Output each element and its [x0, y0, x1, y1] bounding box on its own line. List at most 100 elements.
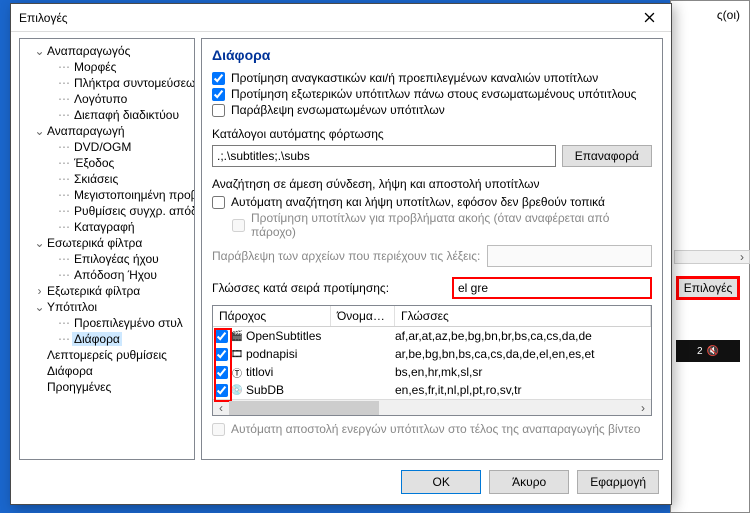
close-icon [644, 12, 655, 23]
close-button[interactable] [627, 4, 671, 32]
table-row[interactable]: 🎬OpenSubtitles af,ar,at,az,be,bg,bn,br,bs… [213, 327, 651, 345]
table-row[interactable]: Ⓣtitlovibs,en,hr,mk,sl,sr [213, 363, 651, 381]
category-tree[interactable]: ⌄Αναπαραγωγός⋯Μορφές⋯Πλήκτρα συντομεύσεω… [19, 38, 195, 460]
prefer-external-label: Προτίμηση εξωτερικών υπότιτλων πάνω στου… [231, 87, 636, 101]
tree-label: Διάφορα [72, 332, 122, 346]
expand-icon[interactable]: ⌄ [34, 236, 45, 250]
table-hscroll[interactable]: ‹ › [213, 399, 651, 415]
ignore-embedded-input[interactable] [212, 104, 225, 117]
autoload-paths-label: Κατάλογοι αυτόματης φόρτωσης [212, 127, 652, 141]
tree-label: Εσωτερικά φίλτρα [45, 236, 144, 250]
tree-node[interactable]: ⋯Έξοδος [22, 155, 192, 171]
expand-icon[interactable]: ⌄ [34, 124, 45, 138]
tree-node[interactable]: ⌄Εσωτερικά φίλτρα [22, 235, 192, 251]
prefer-forced-label: Προτίμηση αναγκαστικών και/ή προεπιλεγμέ… [231, 71, 598, 85]
tree-node[interactable]: ⌄Αναπαραγωγός [22, 43, 192, 59]
tree-label: Προεπιλεγμένο στυλ [72, 316, 185, 330]
auto-upload-label: Αυτόματη αποστολή ενεργών υπότιτλων στο … [231, 422, 640, 436]
cancel-button[interactable]: Άκυρο [489, 470, 569, 494]
th-provider[interactable]: Πάροχος [213, 306, 331, 326]
tree-label: Σκιάσεις [72, 172, 120, 186]
tree-node[interactable]: ⋯Απόδοση Ήχου [22, 267, 192, 283]
tree-label: Αναπαραγωγός [45, 44, 132, 58]
bg-options-button[interactable]: Επιλογές [676, 276, 740, 300]
prefer-external-input[interactable] [212, 88, 225, 101]
tree-node[interactable]: ⋯Προεπιλεγμένο στυλ [22, 315, 192, 331]
tree-leaf-icon: ⋯ [58, 220, 72, 234]
tree-leaf-icon: ⋯ [58, 76, 72, 90]
tree-node[interactable]: ⋯Επιλογέας ήχου [22, 251, 192, 267]
titlebar: Επιλογές [11, 4, 671, 32]
expand-icon[interactable]: ⌄ [34, 44, 45, 58]
tree-node[interactable]: ⋯Διάφορα [22, 331, 192, 347]
tree-node[interactable]: ⋯Λογότυπο [22, 91, 192, 107]
tree-leaf-icon: ⋯ [58, 252, 72, 266]
ignore-words-input [487, 245, 652, 267]
tree-node[interactable]: ⋯Σκιάσεις [22, 171, 192, 187]
tree-node[interactable]: Προηγμένες [22, 379, 192, 395]
tree-node[interactable]: ⋯DVD/OGM [22, 139, 192, 155]
auto-search-input[interactable] [212, 196, 225, 209]
scroll-right-icon[interactable]: › [735, 250, 749, 264]
provider-checkbox[interactable] [215, 348, 228, 361]
provider-checkbox[interactable] [215, 384, 228, 397]
tree-leaf-icon: ⋯ [58, 204, 72, 218]
table-row[interactable]: 🎞podnapisiar,be,bg,bn,bs,ca,cs,da,de,el,… [213, 345, 651, 363]
prefer-forced-input[interactable] [212, 72, 225, 85]
tree-label: Λογότυπο [72, 92, 129, 106]
tree-leaf-icon: ⋯ [58, 172, 72, 186]
provider-icon: 💿 [230, 383, 244, 397]
autoload-paths-input[interactable] [212, 145, 556, 167]
auto-search-checkbox[interactable]: Αυτόματη αναζήτηση και λήψη υποτίτλων, ε… [212, 195, 652, 209]
tree-label: Καταγραφή [72, 220, 137, 234]
tree-node[interactable]: Διάφορα [22, 363, 192, 379]
tree-node[interactable]: ⋯Διεπαφή διαδικτύου [22, 107, 192, 123]
tree-label: Μεγιστοποιημένη προβ [72, 188, 195, 202]
tree-leaf-icon: ⋯ [58, 108, 72, 122]
bg-volume-widget: 2 🔇 [676, 340, 740, 362]
expand-icon[interactable]: ⌄ [34, 300, 45, 314]
bg-scrollbar[interactable]: › [674, 250, 750, 264]
tree-node[interactable]: ⋯Καταγραφή [22, 219, 192, 235]
tree-node[interactable]: ⌄Υπότιτλοι [22, 299, 192, 315]
apply-button[interactable]: Εφαρμογή [577, 470, 659, 494]
scroll-track[interactable] [229, 401, 635, 415]
th-user[interactable]: Όνομα χρ... [331, 306, 395, 326]
tree-leaf-icon: ⋯ [58, 188, 72, 202]
bg-volume-value: 2 [697, 346, 703, 357]
prefer-hearing-checkbox: Προτίμηση υποτίτλων για προβλήματα ακοής… [212, 211, 652, 239]
tree-leaf-icon: ⋯ [58, 60, 72, 74]
content-panel: Διάφορα Προτίμηση αναγκαστικών και/ή προ… [201, 38, 663, 460]
tree-node[interactable]: ⋯Ρυθμίσεις συγχρ. απόδο [22, 203, 192, 219]
tree-label: Υπότιτλοι [45, 300, 99, 314]
tree-node[interactable]: Λεπτομερείς ρυθμίσεις [22, 347, 192, 363]
tree-node[interactable]: ›Εξωτερικά φίλτρα [22, 283, 192, 299]
dialog-footer: OK Άκυρο Εφαρμογή [11, 460, 671, 504]
provider-checkbox[interactable] [215, 366, 228, 379]
expand-icon[interactable]: › [34, 284, 45, 298]
provider-icon: 🎬 [230, 329, 244, 343]
scroll-right-icon[interactable]: › [635, 401, 651, 415]
providers-table[interactable]: Πάροχος Όνομα χρ... Γλώσσες 🎬OpenSubtitl… [212, 305, 652, 416]
ignore-embedded-checkbox[interactable]: Παράβλεψη ενσωματωμένων υπότιτλων [212, 103, 652, 117]
provider-name: OpenSubtitles [246, 329, 321, 343]
scroll-left-icon[interactable]: ‹ [213, 401, 229, 415]
scroll-thumb[interactable] [229, 401, 379, 415]
table-row[interactable]: 💿SubDBen,es,fr,it,nl,pl,pt,ro,sv,tr [213, 381, 651, 399]
ignore-embedded-label: Παράβλεψη ενσωματωμένων υπότιτλων [231, 103, 445, 117]
provider-langs: af,ar,at,az,be,bg,bn,br,bs,ca,cs,da,de [395, 329, 651, 343]
th-langs[interactable]: Γλώσσες [395, 306, 651, 326]
provider-icon: 🎞 [230, 347, 244, 361]
tree-node[interactable]: ⌄Αναπαραγωγή [22, 123, 192, 139]
languages-input[interactable] [452, 277, 652, 299]
tree-leaf-icon: ⋯ [58, 268, 72, 282]
tree-node[interactable]: ⋯Μορφές [22, 59, 192, 75]
ok-button[interactable]: OK [401, 470, 481, 494]
prefer-external-checkbox[interactable]: Προτίμηση εξωτερικών υπότιτλων πάνω στου… [212, 87, 652, 101]
reset-paths-button[interactable]: Επαναφορά [562, 145, 652, 167]
tree-label: Αναπαραγωγή [45, 124, 127, 138]
provider-checkbox[interactable] [215, 330, 228, 343]
tree-node[interactable]: ⋯Πλήκτρα συντομεύσεων [22, 75, 192, 91]
prefer-forced-checkbox[interactable]: Προτίμηση αναγκαστικών και/ή προεπιλεγμέ… [212, 71, 652, 85]
tree-node[interactable]: ⋯Μεγιστοποιημένη προβ [22, 187, 192, 203]
